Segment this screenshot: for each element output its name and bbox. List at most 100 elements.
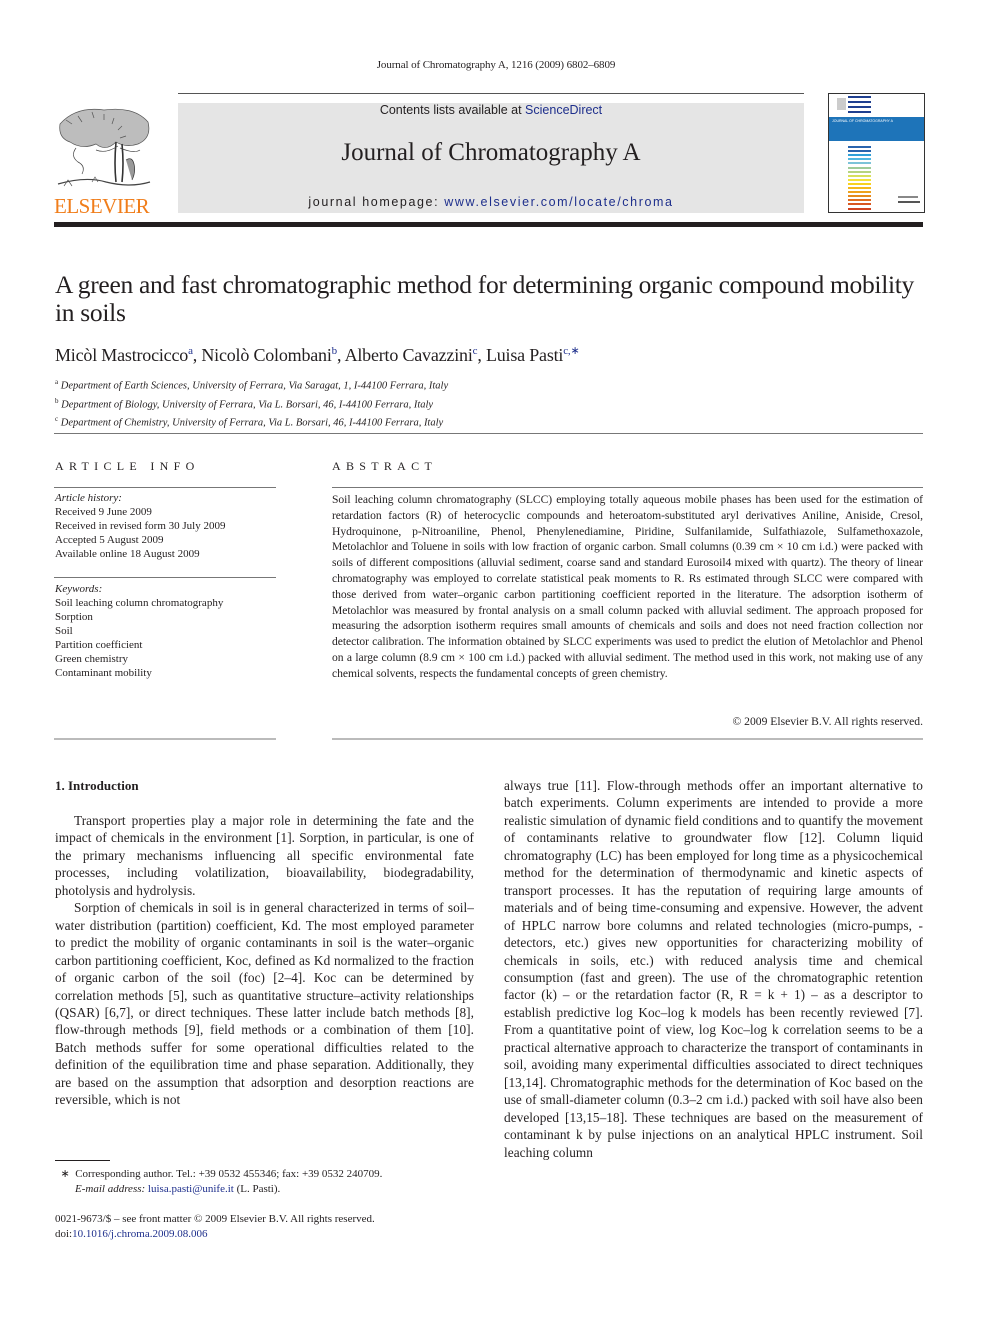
history-item: Received in revised form 30 July 2009 [55, 520, 226, 532]
cover-stripe [848, 207, 871, 210]
author: Luisa Pasti [485, 345, 564, 365]
cover-stripe [848, 174, 871, 177]
contents-prefix: Contents lists available at [379, 103, 526, 117]
cover-sciencedirect-text [898, 201, 920, 203]
email-suffix: (L. Pasti). [233, 1183, 281, 1195]
homepage-link[interactable]: www.elsevier.com/locate/chroma [444, 195, 673, 209]
sciencedirect-link[interactable]: ScienceDirect [525, 103, 602, 117]
cover-stripe [848, 203, 871, 206]
affiliation-marker[interactable]: c,∗ [563, 345, 579, 357]
affiliation-marker[interactable]: a [188, 345, 193, 357]
keywords-label: Keywords: [55, 583, 103, 595]
cover-logo-icon [837, 98, 846, 110]
abstract-divider [332, 487, 923, 488]
email-line: E-mail address: luisa.pasti@unife.it (L.… [55, 1182, 485, 1197]
journal-title: Journal of Chromatography A [341, 139, 641, 166]
title-divider [54, 433, 923, 434]
doi-link[interactable]: 10.1016/j.chroma.2009.08.006 [72, 1228, 207, 1240]
cover-stripe [848, 111, 871, 113]
cover-stripe [848, 106, 871, 108]
affiliation: c Department of Chemistry, University of… [55, 412, 448, 431]
author: Micòl Mastrocicco [55, 345, 189, 365]
article-history: Article history: Received 9 June 2009 Re… [55, 491, 277, 561]
journal-banner: Contents lists available at ScienceDirec… [178, 103, 804, 213]
affiliation-text: Department of Chemistry, University of F… [60, 417, 444, 429]
author: Alberto Cavazzini [344, 345, 473, 365]
email-link[interactable]: luisa.pasti@unife.it [148, 1183, 234, 1195]
cover-stripe [848, 182, 871, 185]
contents-line: Contents lists available at ScienceDirec… [178, 103, 804, 117]
history-item: Received 9 June 2009 [55, 506, 152, 518]
affiliation: a Department of Earth Sciences, Universi… [55, 375, 448, 394]
email-label: E-mail address: [75, 1183, 146, 1195]
elsevier-logo[interactable]: ELSEVIER [54, 104, 154, 218]
doi-prefix: doi: [55, 1228, 73, 1240]
cover-stripe [848, 146, 871, 148]
doi-line: doi:10.1016/j.chroma.2009.08.006 [55, 1227, 485, 1242]
abstract-copyright: © 2009 Elsevier B.V. All rights reserved… [732, 715, 923, 728]
paragraph: Transport properties play a major role i… [55, 813, 474, 898]
article-info-end-rule [54, 738, 276, 740]
article-title: A green and fast chromatographic method … [55, 270, 914, 327]
cover-stripe [848, 150, 871, 153]
author-list: Micòl Mastrociccoa, Nicolò Colombanib, A… [55, 345, 580, 365]
keyword: Soil [55, 625, 73, 637]
affiliation-marker[interactable]: c [473, 345, 478, 357]
paragraph: Sorption of chemicals in soil is in gene… [55, 900, 474, 1108]
issn-line: 0021-9673/$ – see front matter © 2009 El… [55, 1213, 375, 1225]
cover-stripe [848, 101, 871, 103]
affiliation-text: Department of Earth Sciences, University… [60, 380, 449, 392]
keyword: Contaminant mobility [55, 667, 152, 679]
cover-stripe [848, 199, 871, 202]
affiliation-key: c [55, 415, 59, 423]
affiliation: b Department of Biology, University of F… [55, 394, 448, 413]
cover-stripe [848, 178, 871, 181]
cover-stripe [848, 158, 871, 161]
abstract-heading: ABSTRACT [332, 459, 438, 473]
keyword: Soil leaching column chromatography [55, 597, 224, 609]
cover-stripe [848, 187, 871, 189]
corresponding-author-text: Corresponding author. Tel.: +39 0532 455… [75, 1168, 383, 1180]
footnote-marker: ∗ [60, 1168, 70, 1180]
history-item: Accepted 5 August 2009 [55, 534, 164, 546]
cover-stripe [848, 154, 871, 157]
front-matter: 0021-9673/$ – see front matter © 2009 El… [55, 1212, 485, 1242]
cover-title: JOURNAL OF CHROMATOGRAPHY A [832, 119, 893, 123]
corresponding-author-footnote: ∗ Corresponding author. Tel.: +39 0532 4… [55, 1167, 485, 1197]
footnote-line: ∗ Corresponding author. Tel.: +39 0532 4… [55, 1167, 485, 1182]
article-history-label: Article history: [55, 492, 122, 504]
article-info-heading: ARTICLE INFO [55, 459, 200, 473]
affiliation-key: b [55, 396, 59, 405]
cover-sciencedirect-mark [898, 196, 918, 198]
keywords-divider [54, 577, 276, 578]
homepage-prefix: journal homepage: [308, 195, 445, 209]
cover-stripe [848, 166, 871, 169]
footnote-rule [55, 1160, 110, 1161]
abstract-end-rule [332, 738, 923, 740]
body-column-right: always true [11]. Flow-through methods o… [504, 777, 923, 1161]
elsevier-wordmark: ELSEVIER [54, 194, 150, 218]
cover-stripe [848, 191, 871, 194]
journal-homepage-line: journal homepage: www.elsevier.com/locat… [178, 195, 804, 209]
article-info-divider [54, 487, 276, 488]
section-heading-introduction: 1. Introduction [55, 778, 139, 793]
cover-stripe [848, 96, 871, 98]
keywords: Keywords: Soil leaching column chromatog… [55, 582, 277, 680]
abstract-text: Soil leaching column chromatography (SLC… [332, 493, 923, 680]
paragraph: always true [11]. Flow-through methods o… [504, 778, 923, 1160]
header-top-rule [178, 93, 804, 94]
header-bottom-rule [54, 222, 923, 227]
affiliations: a Department of Earth Sciences, Universi… [55, 375, 448, 431]
keyword: Partition coefficient [55, 639, 143, 651]
keyword: Green chemistry [55, 653, 128, 665]
elsevier-tree-icon [57, 108, 151, 187]
journal-cover-thumbnail[interactable]: JOURNAL OF CHROMATOGRAPHY A [828, 93, 925, 213]
running-head: Journal of Chromatography A, 1216 (2009)… [376, 59, 616, 71]
body-column-left: Transport properties play a major role i… [55, 812, 474, 1109]
affiliation-marker[interactable]: b [332, 345, 338, 357]
author: Nicolò Colombani [201, 345, 332, 365]
cover-stripe [848, 195, 871, 198]
history-item: Available online 18 August 2009 [55, 548, 200, 560]
cover-stripe [848, 170, 871, 173]
affiliation-text: Department of Biology, University of Fer… [61, 399, 434, 410]
